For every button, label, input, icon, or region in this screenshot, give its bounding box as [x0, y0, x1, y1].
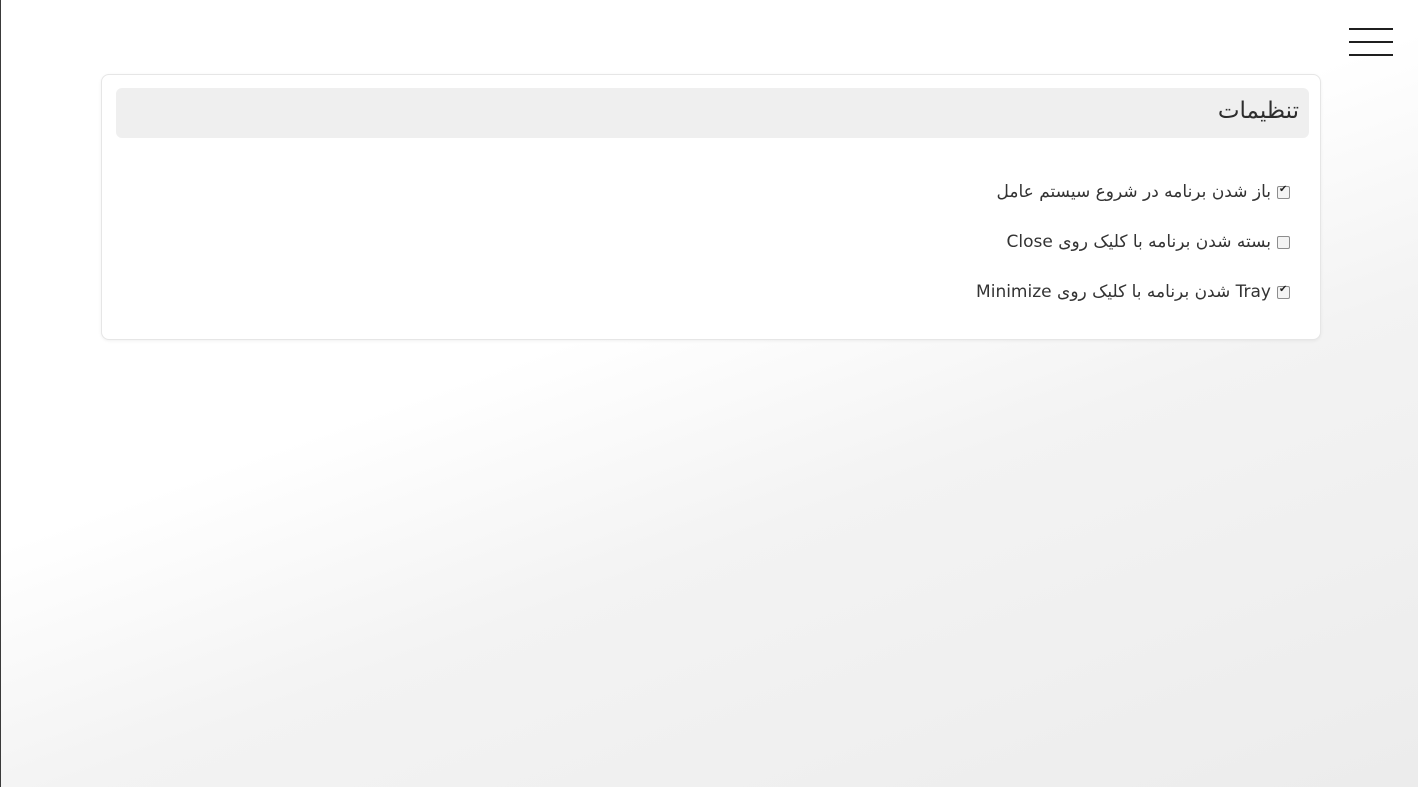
option-label: باز شدن برنامه در شروع سیستم عامل	[996, 182, 1271, 202]
settings-title: تنظیمات	[1217, 98, 1299, 124]
settings-options: باز شدن برنامه در شروع سیستم عامل بسته ش…	[976, 167, 1290, 317]
menu-button[interactable]	[1349, 28, 1393, 58]
option-minimize-tray[interactable]: Tray شدن برنامه با کلیک روی Minimize	[976, 267, 1290, 317]
close-exit-checkbox[interactable]	[1277, 235, 1290, 249]
hamburger-icon-line	[1349, 28, 1393, 30]
hamburger-icon-line	[1349, 41, 1393, 43]
autostart-checkbox[interactable]	[1277, 184, 1290, 199]
option-label: بسته شدن برنامه با کلیک روی Close	[1006, 232, 1271, 252]
settings-header: تنظیمات	[116, 88, 1309, 138]
minimize-tray-checkbox[interactable]	[1277, 284, 1290, 299]
option-label: Tray شدن برنامه با کلیک روی Minimize	[976, 282, 1271, 302]
option-close-exit[interactable]: بسته شدن برنامه با کلیک روی Close	[976, 217, 1290, 267]
option-autostart[interactable]: باز شدن برنامه در شروع سیستم عامل	[976, 167, 1290, 217]
hamburger-icon-line	[1349, 54, 1393, 56]
settings-card: تنظیمات باز شدن برنامه در شروع سیستم عام…	[101, 74, 1321, 340]
